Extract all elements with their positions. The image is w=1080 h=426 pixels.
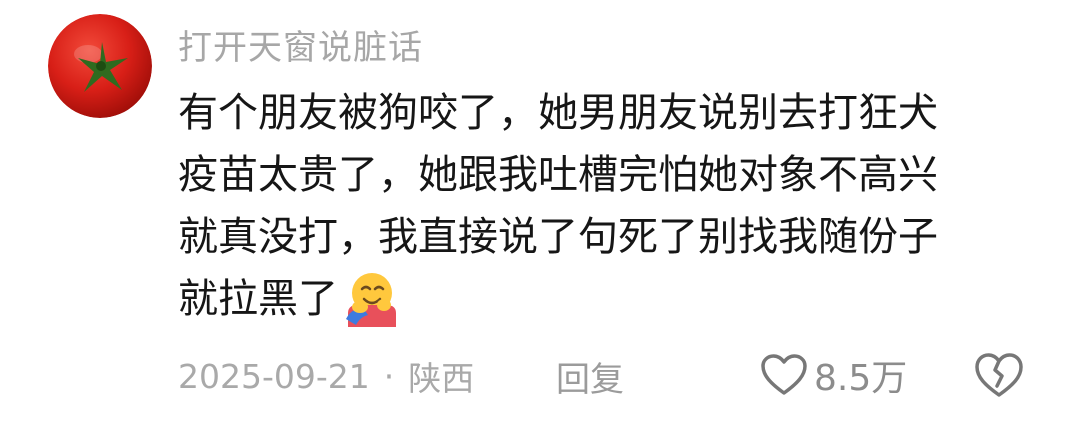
reply-button[interactable]: 回复 bbox=[556, 350, 624, 402]
broken-heart-icon bbox=[975, 353, 1023, 397]
dislike-button[interactable] bbox=[972, 348, 1026, 402]
tomato-avatar-icon bbox=[48, 14, 152, 118]
comment-date: 2025-09-21 bbox=[178, 356, 370, 396]
comment-line-last: 就拉黑了 bbox=[178, 268, 1038, 330]
comment-text: 有个朋友被狗咬了，她男朋友说别去打狂犬 疫苗太贵了，她跟我吐槽完怕她对象不高兴 … bbox=[178, 82, 1038, 330]
comment-location: 陕西 bbox=[408, 359, 475, 398]
avatar[interactable] bbox=[48, 14, 152, 118]
username[interactable]: 打开天窗说脏话 bbox=[178, 20, 423, 69]
like-count: 8.5万 bbox=[814, 358, 908, 399]
like-button[interactable]: 8.5万 bbox=[760, 346, 907, 404]
comment-line: 疫苗太贵了，她跟我吐槽完怕她对象不高兴 bbox=[178, 152, 938, 198]
hugging-face-emoji-icon bbox=[342, 269, 400, 327]
comment-line: 有个朋友被狗咬了，她男朋友说别去打狂犬 bbox=[178, 90, 938, 136]
comment-line-text: 就拉黑了 bbox=[178, 276, 338, 322]
comment-item: 打开天窗说脏话 有个朋友被狗咬了，她男朋友说别去打狂犬 疫苗太贵了，她跟我吐槽完… bbox=[0, 0, 1080, 426]
comment-line: 就真没打，我直接说了句死了别找我随份子 bbox=[178, 214, 938, 260]
meta-separator: · bbox=[383, 356, 395, 396]
comment-meta: 2025-09-21 · 陕西 bbox=[178, 350, 474, 402]
heart-outline-icon bbox=[761, 354, 807, 395]
